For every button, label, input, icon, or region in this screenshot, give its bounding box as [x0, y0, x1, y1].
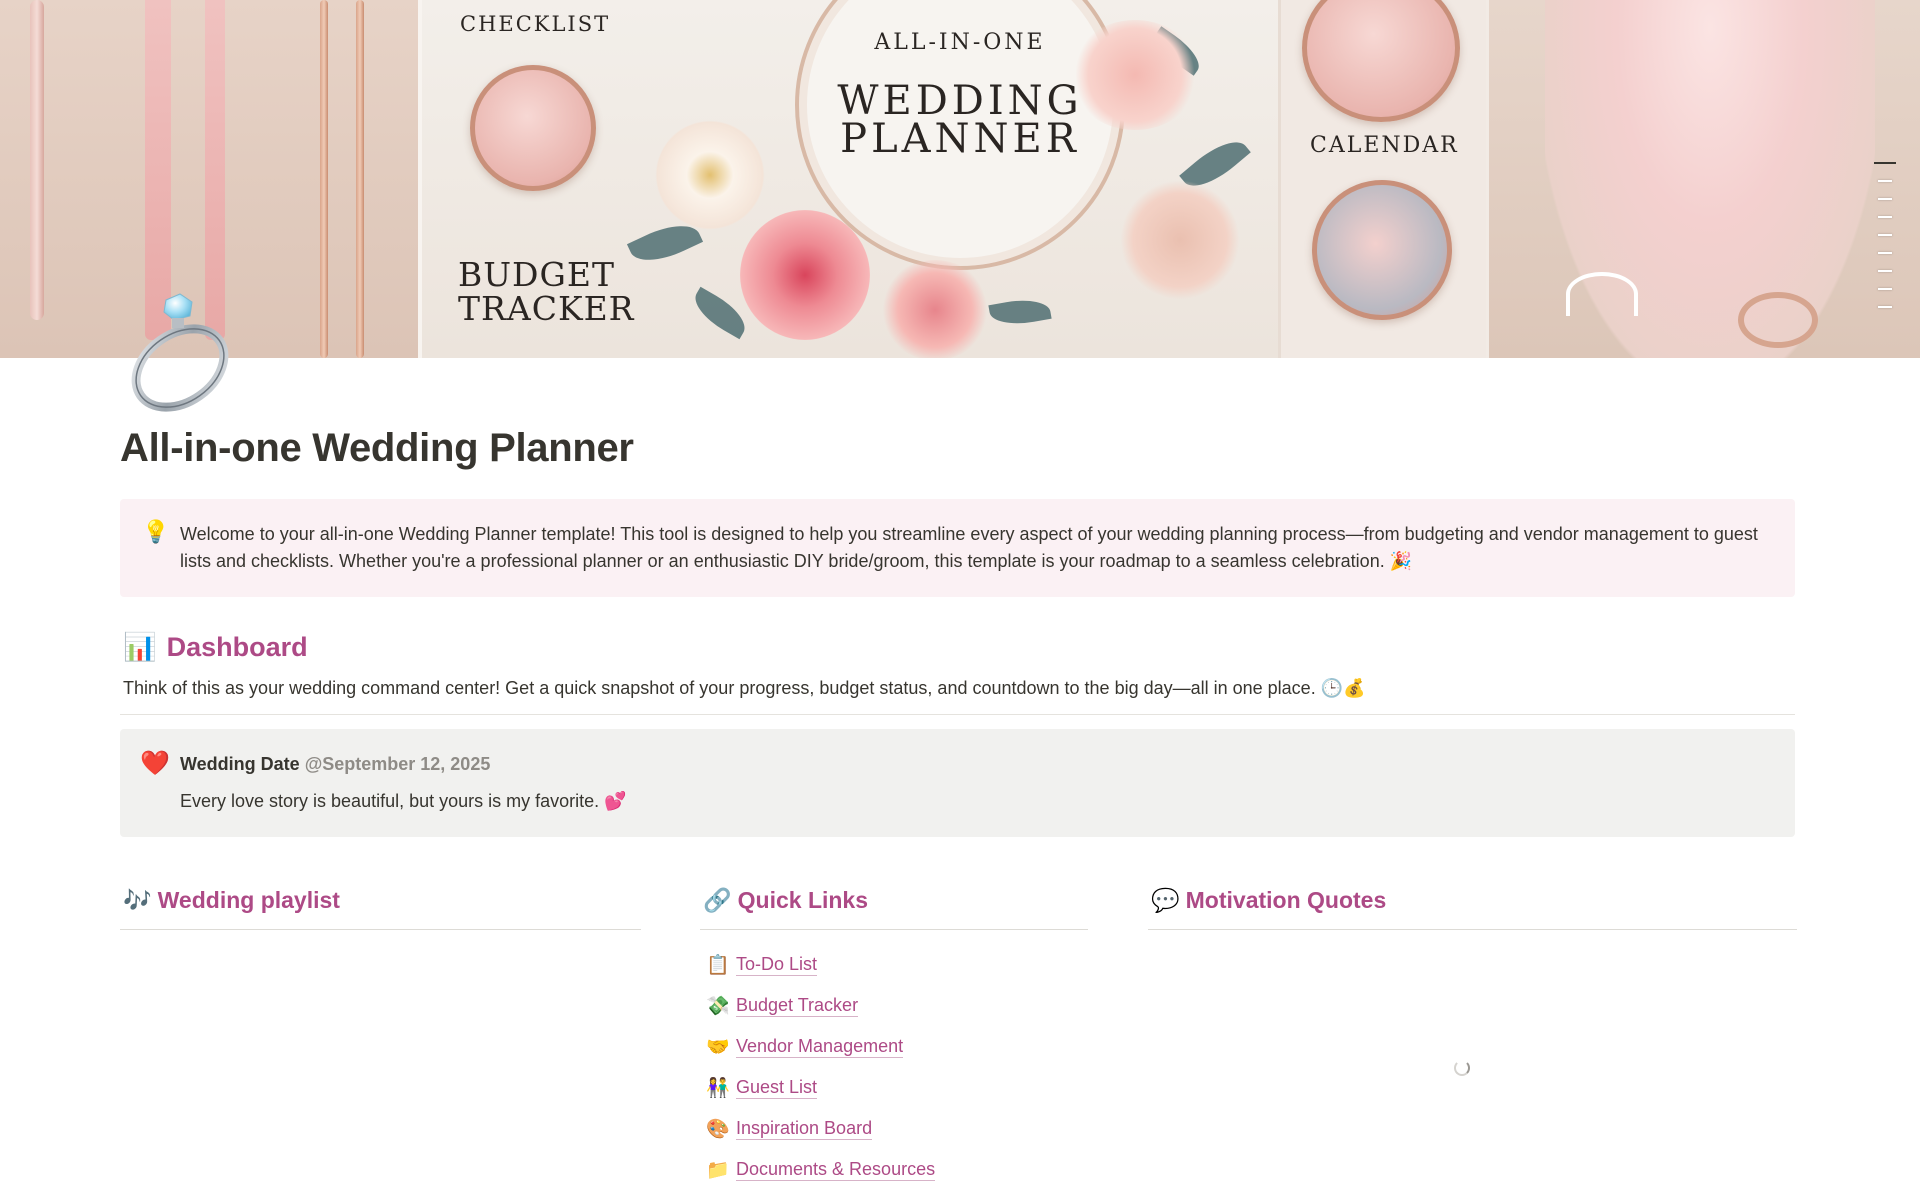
cover-budget-label: BUDGET TRACKER: [458, 255, 635, 328]
link-documents-resources[interactable]: 📁 Documents & Resources: [700, 1149, 1088, 1190]
link-guest-list[interactable]: 👫 Guest List: [700, 1067, 1088, 1108]
money-wings-icon: 💸: [706, 995, 730, 1017]
ring-decor: [1738, 292, 1818, 348]
link-label[interactable]: Budget Tracker: [736, 994, 859, 1017]
link-label[interactable]: Documents & Resources: [736, 1158, 936, 1181]
cover-calendar-label: CALENDAR: [1310, 133, 1459, 158]
music-notes-icon: 🎶: [123, 886, 152, 913]
speech-bubble-icon: 💬: [1151, 886, 1180, 913]
quick-links-column: 🔗 Quick Links 📋 To-Do List 💸 Budget Trac…: [700, 882, 1088, 1190]
cover-planner-title: WEDDING PLANNER: [837, 78, 1083, 162]
quotes-heading[interactable]: 💬 Motivation Quotes: [1148, 882, 1797, 918]
divider: [120, 929, 641, 930]
cover-image: CHECKLIST BUDGET TRACKER CALENDAR ALL-IN…: [0, 0, 1920, 358]
flower-decor: [740, 210, 870, 340]
quick-links-heading[interactable]: 🔗 Quick Links: [700, 882, 1088, 918]
divider: [700, 929, 1088, 930]
quick-links-list: 📋 To-Do List 💸 Budget Tracker 🤝 Vendor M…: [700, 944, 1088, 1190]
ring-icon[interactable]: [122, 292, 240, 414]
link-label[interactable]: To-Do List: [736, 953, 818, 976]
columns-row: 🎶 Wedding playlist 🔗 Quick Links 📋 To-Do…: [120, 882, 1797, 1199]
fork-decor: [356, 0, 364, 358]
link-icon: 🔗: [703, 886, 732, 913]
page-title[interactable]: All-in-one Wedding Planner: [120, 420, 1795, 476]
link-to-do-list[interactable]: 📋 To-Do List: [700, 944, 1088, 985]
brush-decor: [30, 0, 44, 320]
palette-icon: 🎨: [706, 1118, 730, 1140]
link-budget-tracker[interactable]: 💸 Budget Tracker: [700, 985, 1088, 1026]
lightbulb-icon: 💡: [142, 519, 170, 544]
calendar-badge: [1312, 180, 1452, 320]
link-label[interactable]: Vendor Management: [736, 1035, 904, 1058]
page-content: All-in-one Wedding Planner 💡 Welcome to …: [120, 420, 1795, 837]
flower-decor: [655, 120, 765, 230]
link-label[interactable]: Guest List: [736, 1076, 818, 1099]
heart-icon: ❤️: [140, 750, 170, 777]
fork-decor: [320, 0, 328, 358]
clipboard-icon: 📋: [706, 954, 730, 976]
cover-checklist-label: CHECKLIST: [460, 12, 611, 36]
wedding-date-label: Wedding Date: [180, 754, 300, 774]
playlist-column: 🎶 Wedding playlist: [120, 882, 641, 930]
wedding-date-mention[interactable]: @September 12, 2025: [305, 754, 491, 774]
checklist-badge: [470, 65, 596, 191]
intro-callout-text: Welcome to your all-in-one Wedding Plann…: [180, 524, 1758, 571]
playlist-heading[interactable]: 🎶 Wedding playlist: [120, 882, 641, 918]
divider: [120, 714, 1795, 715]
dashboard-heading-text: Dashboard: [166, 631, 308, 662]
intro-callout[interactable]: 💡 Welcome to your all-in-one Wedding Pla…: [120, 499, 1795, 597]
table-of-contents-toggle[interactable]: [1874, 162, 1896, 324]
folder-icon: 📁: [706, 1159, 730, 1181]
quick-links-heading-text: Quick Links: [737, 886, 869, 913]
cover-planner-subtitle: ALL-IN-ONE: [874, 30, 1046, 55]
wedding-quote: Every love story is beautiful, but yours…: [180, 791, 627, 811]
quotes-heading-text: Motivation Quotes: [1185, 886, 1387, 913]
ribbon-decor: [205, 0, 225, 340]
dashboard-heading[interactable]: 📊 Dashboard: [120, 631, 1795, 663]
divider: [1148, 929, 1797, 930]
link-vendor-management[interactable]: 🤝 Vendor Management: [700, 1026, 1088, 1067]
playlist-heading-text: Wedding playlist: [157, 886, 340, 913]
link-inspiration-board[interactable]: 🎨 Inspiration Board: [700, 1108, 1088, 1149]
flower-decor: [880, 260, 990, 358]
couple-icon: 👫: [706, 1077, 730, 1099]
loading-spinner-icon: [1454, 1060, 1470, 1076]
handshake-icon: 🤝: [706, 1036, 730, 1058]
ribbon-decor: [145, 0, 171, 340]
wedding-date-callout[interactable]: ❤️ Wedding Date @September 12, 2025 Ever…: [120, 729, 1795, 837]
flower-decor: [1120, 180, 1240, 300]
quotes-column: 💬 Motivation Quotes: [1148, 882, 1797, 1076]
hanger-decor: [1566, 272, 1638, 316]
link-label[interactable]: Inspiration Board: [736, 1117, 873, 1140]
chart-icon: 📊: [123, 632, 157, 662]
dashboard-description: Think of this as your wedding command ce…: [123, 678, 1366, 698]
